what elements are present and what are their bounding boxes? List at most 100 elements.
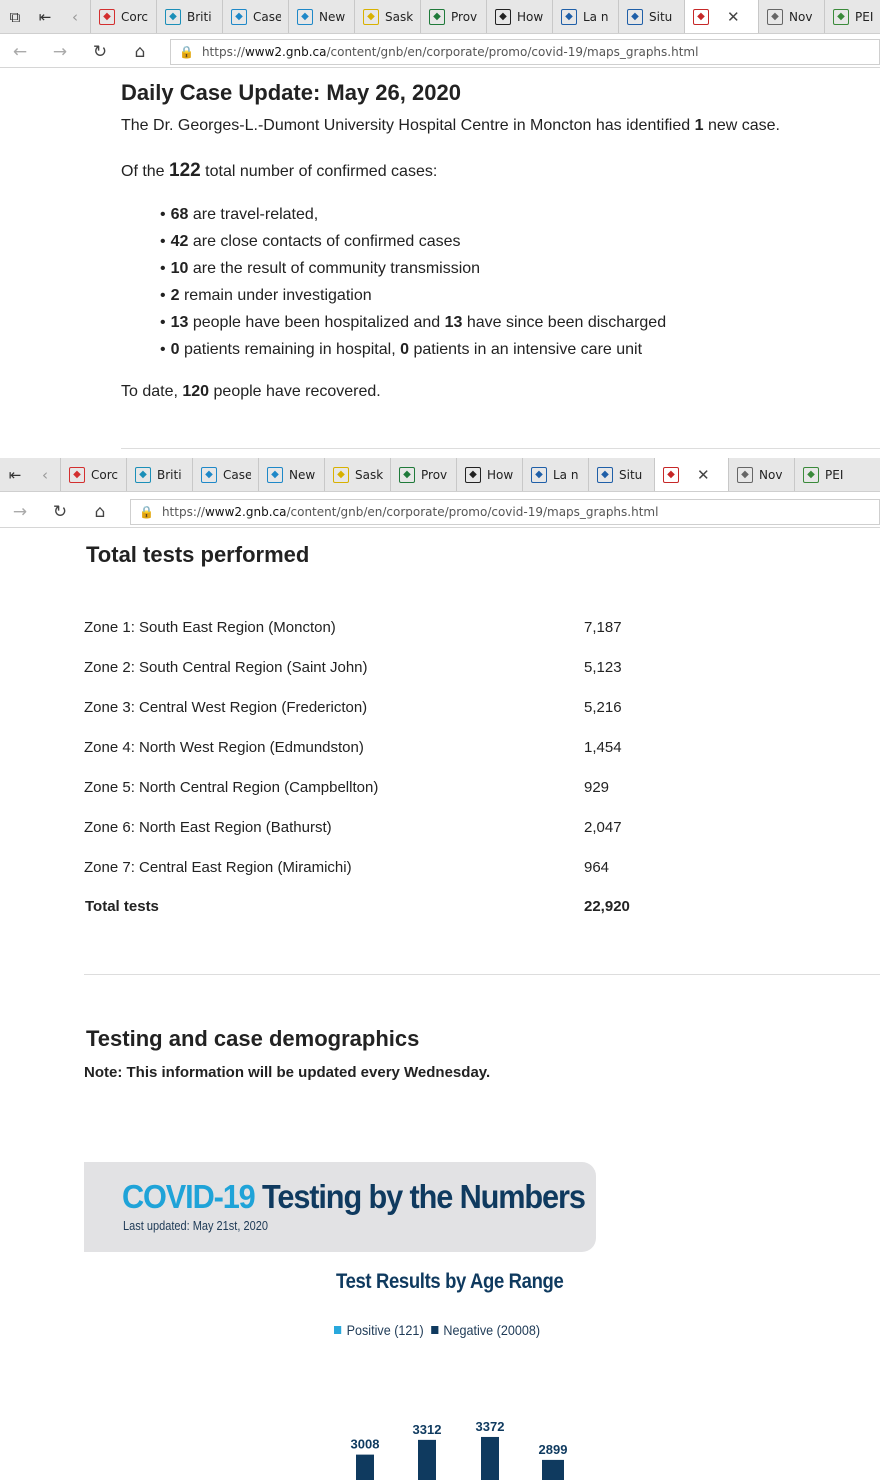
tab-title: La n bbox=[553, 467, 579, 482]
browser-tab[interactable]: ◆ Briti bbox=[156, 0, 222, 33]
bar-chart-svg: 3008 3312 3372 2899 bbox=[351, 1419, 568, 1480]
browser-tab[interactable]: ◆ How bbox=[456, 458, 522, 491]
tab-title: PEI bbox=[855, 9, 874, 24]
close-tab-icon[interactable]: ✕ bbox=[697, 466, 710, 484]
browser-tab[interactable]: ◆ Case bbox=[192, 458, 258, 491]
quebec-fleur-icon: ◆ bbox=[597, 466, 613, 483]
lock-icon: 🔒 bbox=[139, 504, 154, 519]
back-icon[interactable]: ← bbox=[0, 36, 40, 68]
bullet-icon: • bbox=[160, 314, 166, 331]
browser-tab[interactable]: ◆ La n bbox=[522, 458, 588, 491]
set-aside-tabs-icon[interactable]: ⇤ bbox=[30, 0, 60, 33]
browser-tab[interactable]: ◆ Nov bbox=[728, 458, 794, 491]
browser-tab[interactable]: ◆ Briti bbox=[126, 458, 192, 491]
canada-flag-icon: ◆ bbox=[69, 466, 85, 483]
bc-logo-icon: ◆ bbox=[165, 8, 181, 25]
daily-update-section: Daily Case Update: May 26, 2020 The Dr. … bbox=[0, 70, 880, 452]
zone-name: Zone 2: South Central Region (Saint John… bbox=[84, 659, 368, 676]
zone-test-count: 5,216 bbox=[584, 699, 622, 716]
browser-tab[interactable]: ◆ Case bbox=[222, 0, 288, 33]
zone-row: Zone 7: Central East Region (Miramichi) 9… bbox=[84, 859, 684, 879]
tab-title: Nov bbox=[789, 9, 813, 24]
browser-tab[interactable]: ◆ ✕ bbox=[654, 458, 728, 491]
zone-test-count: 964 bbox=[584, 859, 610, 876]
bar-negative bbox=[481, 1436, 499, 1480]
browser-tab[interactable]: ◆ Corc bbox=[90, 0, 156, 33]
set-aside-tabs-icon[interactable]: ⇤ bbox=[0, 458, 30, 491]
browser-tab[interactable]: ◆ Situ bbox=[588, 458, 654, 491]
bar-negative bbox=[356, 1454, 374, 1480]
tab-scroll-left-icon[interactable]: ‹ bbox=[30, 458, 60, 491]
tab-scroll-left-icon[interactable]: ‹ bbox=[60, 0, 90, 33]
bar-value-label: 2899 bbox=[539, 1442, 568, 1457]
zone-row: Zone 1: South East Region (Moncton) 7,187 bbox=[84, 619, 684, 639]
tab-title: How bbox=[487, 467, 514, 482]
browser-tab[interactable]: ◆ Sask bbox=[354, 0, 420, 33]
quebec-fleur-icon: ◆ bbox=[531, 466, 547, 483]
browser-tab[interactable]: ◆ Corc bbox=[60, 458, 126, 491]
legend-swatch bbox=[334, 1326, 342, 1334]
zone-test-count: 5,123 bbox=[584, 659, 622, 676]
url-input[interactable]: 🔒 https://www2.gnb.ca/content/gnb/en/cor… bbox=[170, 38, 880, 65]
tab-title: Briti bbox=[187, 9, 212, 24]
saskatchewan-icon: ◆ bbox=[363, 8, 379, 25]
tab-actions-icon[interactable]: ⧉ bbox=[0, 0, 30, 33]
alberta-icon: ◆ bbox=[267, 466, 283, 483]
zone-name: Zone 1: South East Region (Moncton) bbox=[84, 619, 336, 636]
zone-name: Zone 7: Central East Region (Miramichi) bbox=[84, 859, 352, 876]
browser-tab[interactable]: ◆ Sask bbox=[324, 458, 390, 491]
browser-tab[interactable]: ◆ Situ bbox=[618, 0, 684, 33]
forward-icon[interactable]: → bbox=[40, 36, 80, 68]
zone-name: Zone 4: North West Region (Edmundston) bbox=[84, 739, 364, 756]
home-icon[interactable]: ⌂ bbox=[120, 36, 160, 68]
address-bar-bottom: → ↻ ⌂ 🔒 https://www2.gnb.ca/content/gnb/… bbox=[0, 496, 880, 528]
bullet-icon: • bbox=[160, 206, 166, 223]
chart-legend: Positive (121) Negative (20008) bbox=[334, 1322, 547, 1338]
alberta-icon: ◆ bbox=[201, 466, 217, 483]
tab-title: Situ bbox=[649, 9, 673, 24]
refresh-icon[interactable]: ↻ bbox=[40, 496, 80, 528]
case-breakdown-item: • 10 are the result of community transmis… bbox=[160, 260, 481, 277]
bar-negative bbox=[542, 1459, 564, 1480]
browser-tab[interactable]: ◆ La n bbox=[552, 0, 618, 33]
nb-logo-icon: ◆ bbox=[663, 466, 679, 483]
url-input[interactable]: 🔒 https://www2.gnb.ca/content/gnb/en/cor… bbox=[130, 498, 880, 525]
browser-tab[interactable]: ◆ Nov bbox=[758, 0, 824, 33]
browser-tab[interactable]: ◆ New bbox=[258, 458, 324, 491]
tab-title: How bbox=[517, 9, 544, 24]
infographic-banner: COVID-19 Testing by the Numbers Last upd… bbox=[84, 1162, 596, 1252]
tab-title: New bbox=[289, 467, 316, 482]
close-tab-icon[interactable]: ✕ bbox=[727, 8, 740, 26]
nova-scotia-icon: ◆ bbox=[767, 8, 783, 25]
zone-test-count: 2,047 bbox=[584, 819, 622, 836]
bullet-icon: • bbox=[160, 341, 166, 358]
last-updated-text: Last updated: May 21st, 2020 bbox=[123, 1219, 268, 1233]
browser-tab[interactable]: ◆ PEI bbox=[794, 458, 860, 491]
forward-icon[interactable]: → bbox=[0, 496, 40, 528]
demographics-heading: Testing and case demographics bbox=[86, 1026, 420, 1051]
tab-title: Prov bbox=[451, 9, 478, 24]
browser-tab[interactable]: ◆ Prov bbox=[420, 0, 486, 33]
refresh-icon[interactable]: ↻ bbox=[80, 36, 120, 68]
browser-tab[interactable]: ◆ ✕ bbox=[684, 0, 758, 33]
tab-title: Prov bbox=[421, 467, 448, 482]
browser-tab[interactable]: ◆ PEI bbox=[824, 0, 880, 33]
bar-negative bbox=[418, 1439, 436, 1480]
bc-logo-icon: ◆ bbox=[135, 466, 151, 483]
tab-title: Sask bbox=[385, 9, 413, 24]
url-text: https://www2.gnb.ca/content/gnb/en/corpo… bbox=[201, 44, 699, 59]
zone-row: Zone 3: Central West Region (Fredericton… bbox=[84, 699, 684, 719]
url-text: https://www2.gnb.ca/content/gnb/en/corpo… bbox=[161, 504, 659, 519]
quebec-fleur-icon: ◆ bbox=[627, 8, 643, 25]
pei-tree-icon: ◆ bbox=[803, 466, 819, 483]
legend-positive: Positive (121) bbox=[334, 1322, 424, 1338]
chart-title: Test Results by Age Range bbox=[336, 1270, 564, 1293]
browser-tab[interactable]: ◆ Prov bbox=[390, 458, 456, 491]
tab-title: Sask bbox=[355, 467, 383, 482]
home-icon[interactable]: ⌂ bbox=[80, 496, 120, 528]
tests-section: Total tests performed Zone 1: South East… bbox=[0, 528, 880, 1480]
browser-tab[interactable]: ◆ How bbox=[486, 0, 552, 33]
browser-tab[interactable]: ◆ New bbox=[288, 0, 354, 33]
tab-bar-top: ⧉ ⇤ ‹ ◆ Corc ◆ Briti ◆ Case ◆ New ◆ Sask ◆ Prov ◆ How… bbox=[0, 0, 880, 34]
tab-title: Situ bbox=[619, 467, 643, 482]
